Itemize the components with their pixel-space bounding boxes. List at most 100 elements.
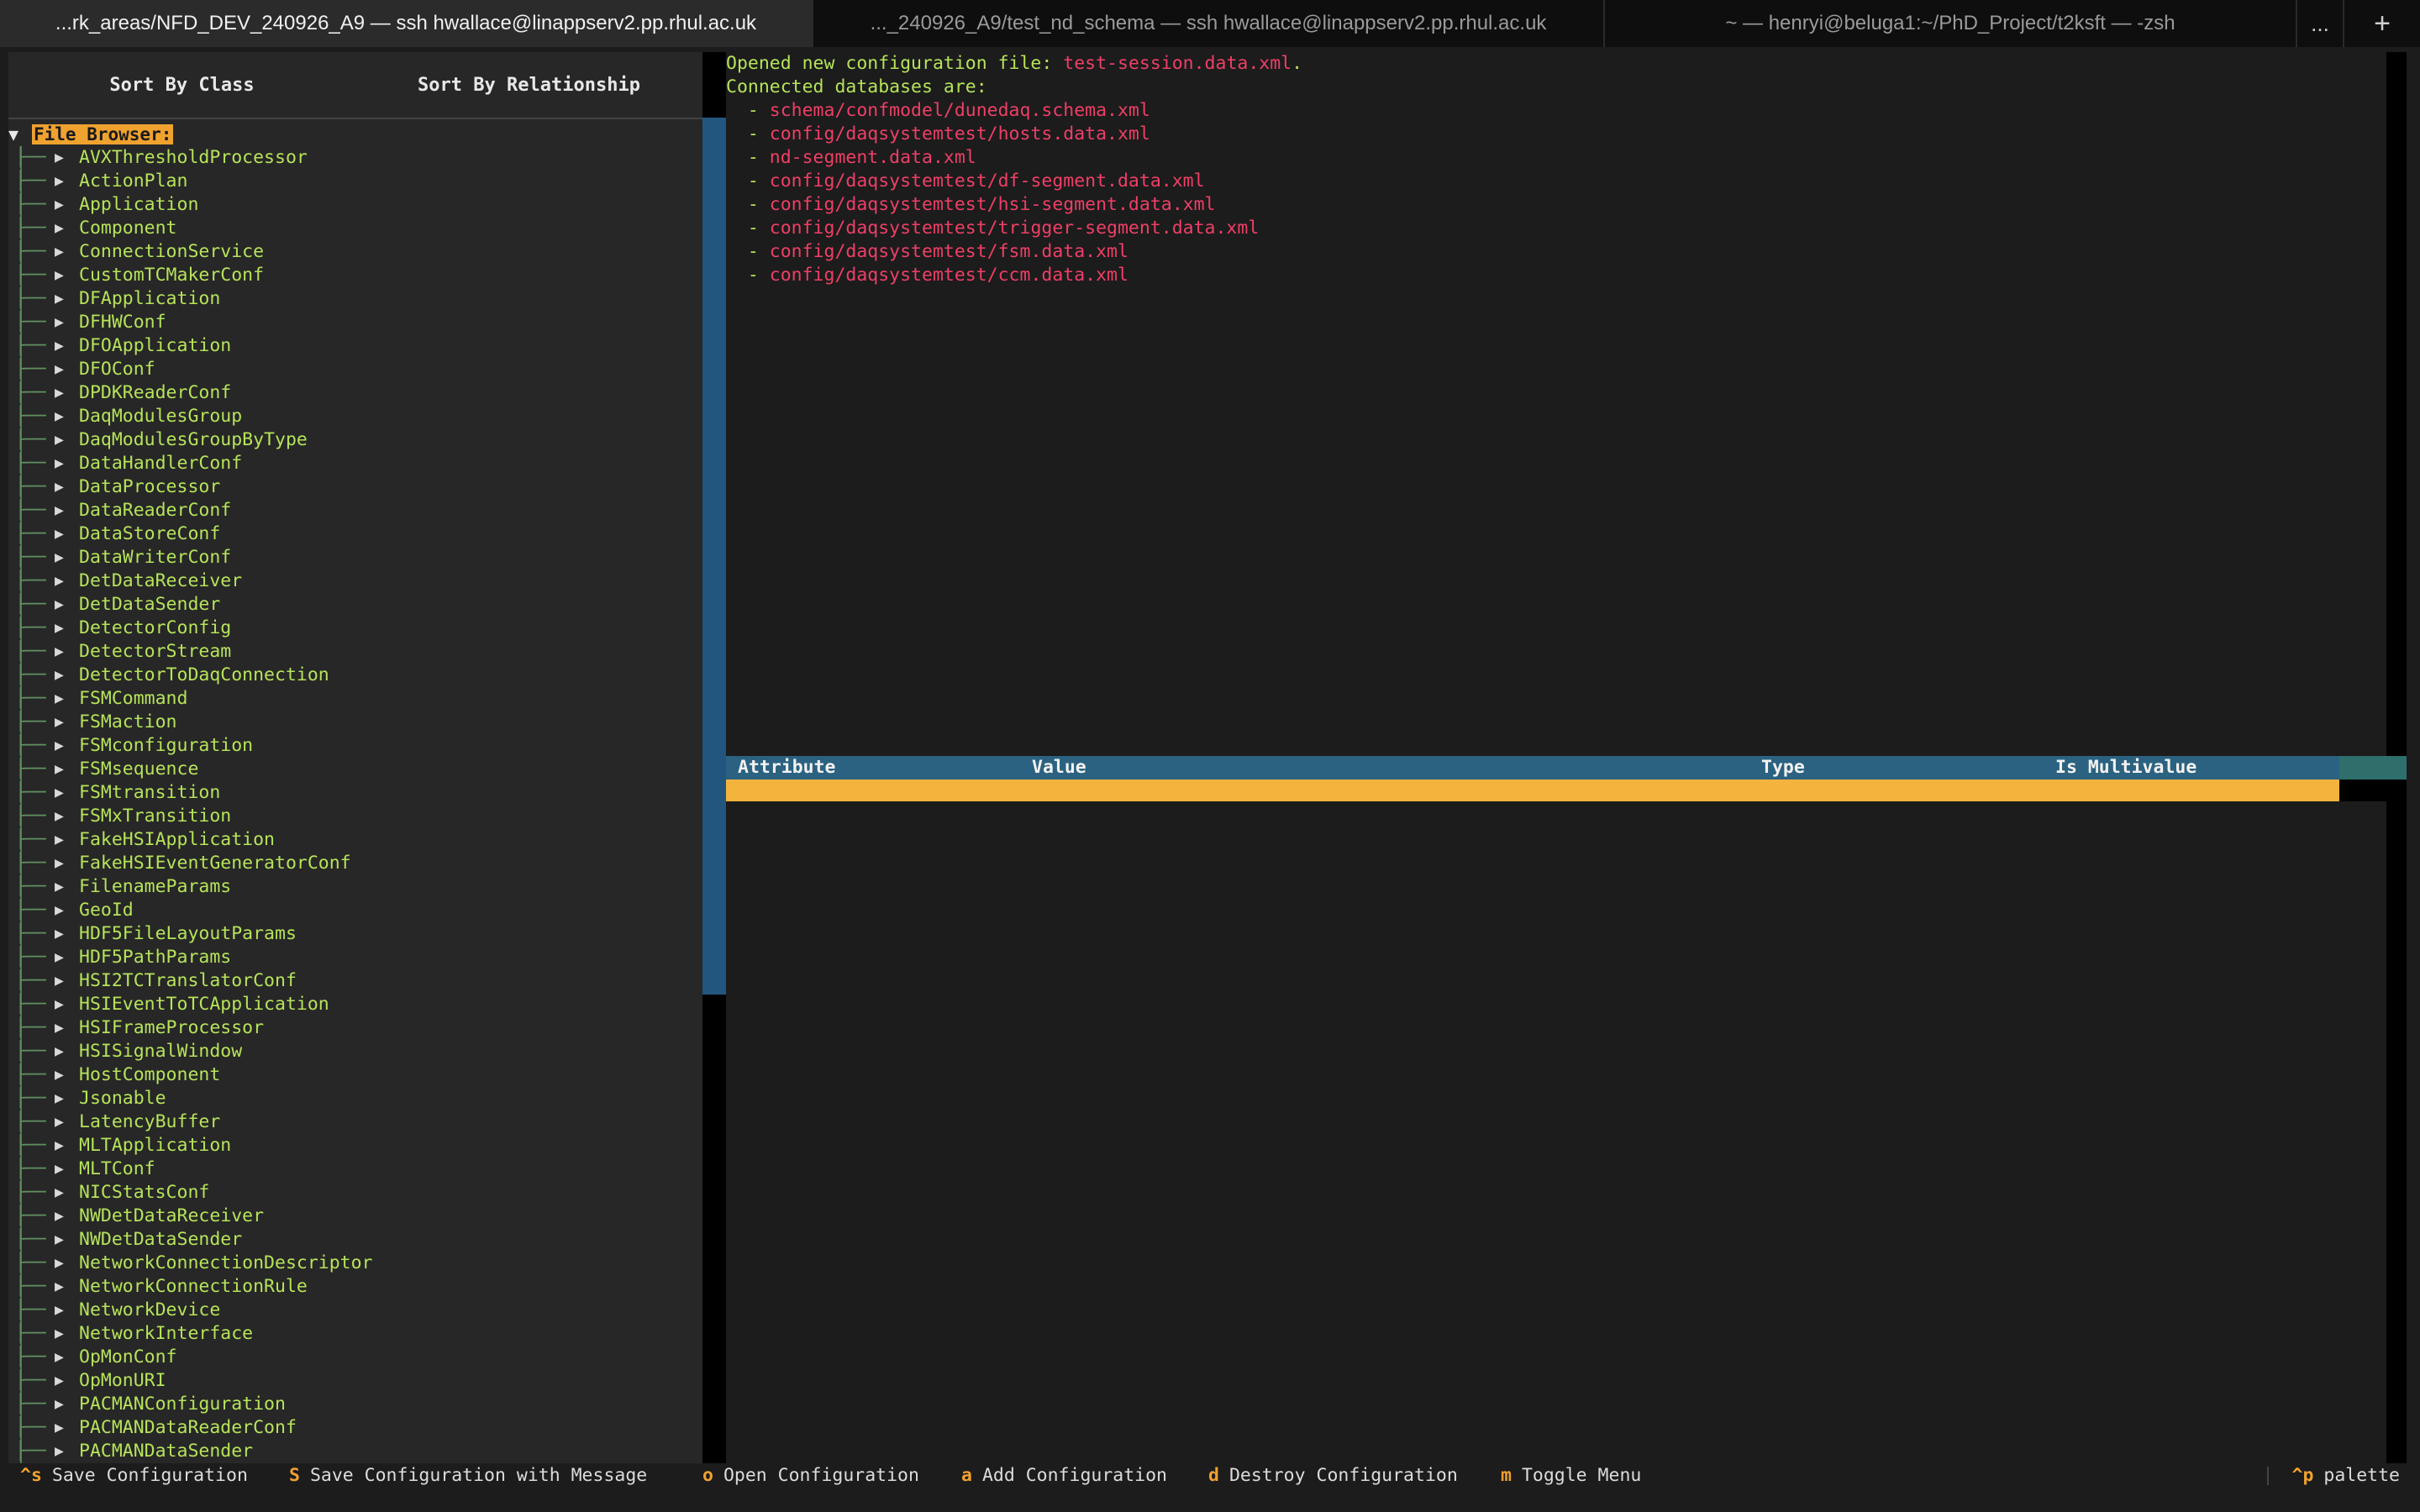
tree-class-item[interactable]: ├── ▶ FSMaction [8, 711, 702, 734]
tree-class-item[interactable]: ├── ▶ FSMtransition [8, 781, 702, 805]
new-tab-button[interactable]: + [2344, 0, 2420, 47]
tree-class-item[interactable]: ├── ▶ PACMANDataSender [8, 1440, 702, 1463]
collapsed-triangle-icon[interactable]: ▶ [55, 946, 64, 969]
collapsed-triangle-icon[interactable]: ▶ [55, 993, 64, 1016]
footer-binding-add[interactable]: a Add Configuration [961, 1463, 1167, 1488]
tree-class-item[interactable]: ├── ▶ HSI2TCTranslatorConf [8, 969, 702, 993]
collapsed-triangle-icon[interactable]: ▶ [55, 193, 64, 217]
tree-class-item[interactable]: ├── ▶ DetectorStream [8, 640, 702, 664]
collapsed-triangle-icon[interactable]: ▶ [55, 1040, 64, 1063]
collapsed-triangle-icon[interactable]: ▶ [55, 475, 64, 499]
tree-class-item[interactable]: ├── ▶ DPDKReaderConf [8, 381, 702, 405]
collapsed-triangle-icon[interactable]: ▶ [55, 1228, 64, 1252]
footer-binding-destroy[interactable]: d Destroy Configuration [1208, 1463, 1458, 1488]
tree-class-item[interactable]: ├── ▶ DataWriterConf [8, 546, 702, 570]
collapsed-triangle-icon[interactable]: ▶ [55, 358, 64, 381]
collapsed-triangle-icon[interactable]: ▶ [55, 687, 64, 711]
collapsed-triangle-icon[interactable]: ▶ [55, 1440, 64, 1463]
footer-binding-toggle-menu[interactable]: m Toggle Menu [1501, 1463, 1641, 1488]
column-header-type[interactable]: Type [1761, 756, 1805, 780]
tree-class-item[interactable]: ├── ▶ FSMconfiguration [8, 734, 702, 758]
collapsed-triangle-icon[interactable]: ▶ [55, 170, 64, 193]
tree-class-item[interactable]: ├── ▶ Application [8, 193, 702, 217]
collapsed-triangle-icon[interactable]: ▶ [55, 1416, 64, 1440]
collapsed-triangle-icon[interactable]: ▶ [55, 1134, 64, 1158]
collapsed-triangle-icon[interactable]: ▶ [55, 311, 64, 334]
collapsed-triangle-icon[interactable]: ▶ [55, 1393, 64, 1416]
collapsed-triangle-icon[interactable]: ▶ [55, 1087, 64, 1110]
tree-class-item[interactable]: ├── ▶ DaqModulesGroup [8, 405, 702, 428]
tree-class-item[interactable]: ├── ▶ DFOConf [8, 358, 702, 381]
collapsed-triangle-icon[interactable]: ▶ [55, 1275, 64, 1299]
collapsed-triangle-icon[interactable]: ▶ [55, 522, 64, 546]
collapsed-triangle-icon[interactable]: ▶ [55, 969, 64, 993]
tree-class-item[interactable]: ├── ▶ DetectorConfig [8, 617, 702, 640]
collapsed-triangle-icon[interactable]: ▶ [55, 1322, 64, 1346]
collapsed-triangle-icon[interactable]: ▶ [55, 146, 64, 170]
collapsed-triangle-icon[interactable]: ▶ [55, 1346, 64, 1369]
tree-class-item[interactable]: ├── ▶ OpMonConf [8, 1346, 702, 1369]
collapsed-triangle-icon[interactable]: ▶ [55, 922, 64, 946]
tree-class-item[interactable]: ├── ▶ NetworkDevice [8, 1299, 702, 1322]
collapsed-triangle-icon[interactable]: ▶ [55, 428, 64, 452]
collapsed-triangle-icon[interactable]: ▶ [55, 1110, 64, 1134]
collapsed-triangle-icon[interactable]: ▶ [55, 264, 64, 287]
tree-class-item[interactable]: ├── ▶ DataProcessor [8, 475, 702, 499]
collapsed-triangle-icon[interactable]: ▶ [55, 1063, 64, 1087]
collapsed-triangle-icon[interactable]: ▶ [55, 381, 64, 405]
scrollbar[interactable] [702, 52, 726, 1463]
terminal-tab[interactable]: ..._240926_A9/test_nd_schema — ssh hwall… [813, 0, 1605, 47]
tree-class-item[interactable]: ├── ▶ PACMANConfiguration [8, 1393, 702, 1416]
tree-class-item[interactable]: ├── ▶ ActionPlan [8, 170, 702, 193]
collapsed-triangle-icon[interactable]: ▶ [55, 781, 64, 805]
collapsed-triangle-icon[interactable]: ▶ [55, 852, 64, 875]
collapsed-triangle-icon[interactable]: ▶ [55, 405, 64, 428]
collapsed-triangle-icon[interactable]: ▶ [55, 334, 64, 358]
tree-class-item[interactable]: ├── ▶ DataStoreConf [8, 522, 702, 546]
column-header-is-multivalue[interactable]: Is Multivalue [2055, 756, 2196, 780]
tree-class-item[interactable]: ├── ▶ HDF5FileLayoutParams [8, 922, 702, 946]
tree-class-item[interactable]: ├── ▶ FakeHSIApplication [8, 828, 702, 852]
tree-class-item[interactable]: ├── ▶ DetDataSender [8, 593, 702, 617]
tree-class-item[interactable]: ├── ▶ GeoId [8, 899, 702, 922]
collapsed-triangle-icon[interactable]: ▶ [55, 1369, 64, 1393]
collapsed-triangle-icon[interactable]: ▶ [55, 1299, 64, 1322]
tree-class-item[interactable]: ├── ▶ AVXThresholdProcessor [8, 146, 702, 170]
tree-class-item[interactable]: ├── ▶ DataReaderConf [8, 499, 702, 522]
collapsed-triangle-icon[interactable]: ▶ [55, 1181, 64, 1205]
collapsed-triangle-icon[interactable]: ▶ [55, 570, 64, 593]
collapsed-triangle-icon[interactable]: ▶ [55, 640, 64, 664]
tree-class-item[interactable]: ├── ▶ HSISignalWindow [8, 1040, 702, 1063]
tree-class-item[interactable]: ├── ▶ DFHWConf [8, 311, 702, 334]
collapsed-triangle-icon[interactable]: ▶ [55, 805, 64, 828]
column-header-attribute[interactable]: Attribute [738, 756, 836, 780]
tree-class-item[interactable]: ├── ▶ MLTApplication [8, 1134, 702, 1158]
tree-class-item[interactable]: ├── ▶ Jsonable [8, 1087, 702, 1110]
footer-binding-open[interactable]: o Open Configuration [702, 1463, 919, 1488]
tree-class-item[interactable]: ├── ▶ FakeHSIEventGeneratorConf [8, 852, 702, 875]
tree-class-item[interactable]: ├── ▶ NetworkConnectionDescriptor [8, 1252, 702, 1275]
collapsed-triangle-icon[interactable]: ▶ [55, 287, 64, 311]
tree-class-item[interactable]: ├── ▶ HSIEventToTCApplication [8, 993, 702, 1016]
collapsed-triangle-icon[interactable]: ▶ [55, 875, 64, 899]
collapsed-triangle-icon[interactable]: ▶ [55, 452, 64, 475]
collapsed-triangle-icon[interactable]: ▶ [55, 711, 64, 734]
tree-class-item[interactable]: ├── ▶ HDF5PathParams [8, 946, 702, 969]
footer-binding-save[interactable]: ^s Save Configuration [20, 1463, 248, 1488]
tree-class-item[interactable]: ├── ▶ NWDetDataReceiver [8, 1205, 702, 1228]
tree-class-item[interactable]: ├── ▶ LatencyBuffer [8, 1110, 702, 1134]
collapsed-triangle-icon[interactable]: ▶ [55, 1158, 64, 1181]
sort-by-class-button[interactable]: Sort By Class [8, 52, 355, 118]
collapsed-triangle-icon[interactable]: ▶ [55, 617, 64, 640]
tree-class-item[interactable]: ├── ▶ HSIFrameProcessor [8, 1016, 702, 1040]
sort-by-relationship-button[interactable]: Sort By Relationship [355, 52, 702, 118]
tree-class-item[interactable]: ├── ▶ HostComponent [8, 1063, 702, 1087]
tree-class-item[interactable]: ├── ▶ NICStatsConf [8, 1181, 702, 1205]
footer-binding-palette[interactable]: ^p palette [2292, 1463, 2401, 1488]
tree-class-item[interactable]: ├── ▶ NetworkConnectionRule [8, 1275, 702, 1299]
collapsed-triangle-icon[interactable]: ▶ [55, 1016, 64, 1040]
tree-class-item[interactable]: ├── ▶ CustomTCMakerConf [8, 264, 702, 287]
tree-class-item[interactable]: ├── ▶ FSMxTransition [8, 805, 702, 828]
tree-root[interactable]: ▼ File Browser: [8, 123, 702, 146]
collapsed-triangle-icon[interactable]: ▶ [55, 546, 64, 570]
